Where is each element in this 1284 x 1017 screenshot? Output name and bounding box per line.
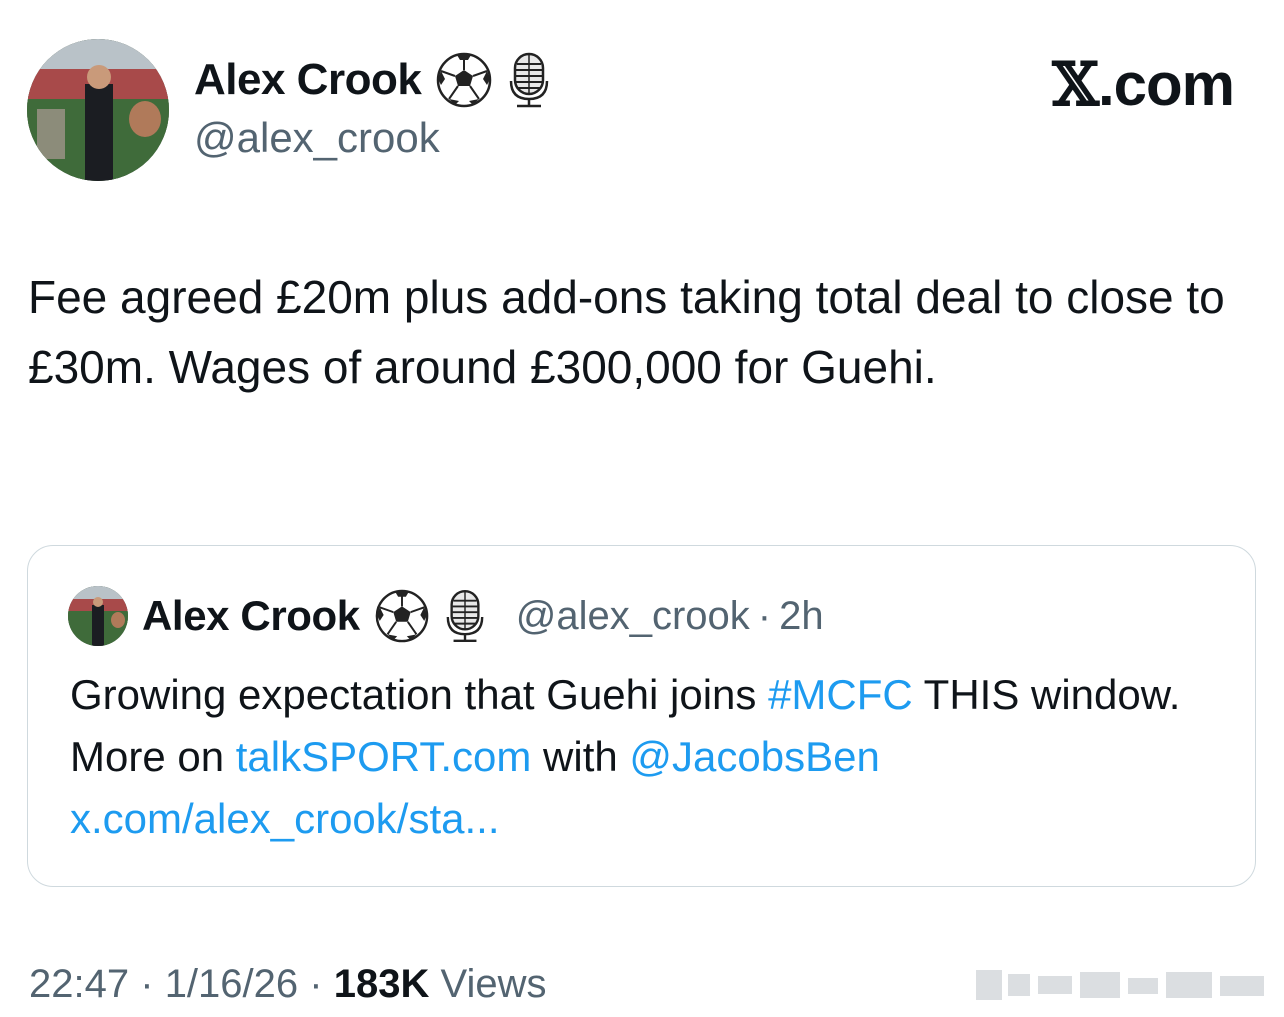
quoted-author-name: Alex Crook <box>142 592 360 639</box>
separator-dot: · <box>140 962 154 1006</box>
x-com-logo: 𝕏.com <box>1052 50 1235 120</box>
views-label: Views <box>440 962 547 1006</box>
tweet-text: Fee agreed £20m plus add-ons taking tota… <box>28 271 1225 393</box>
quoted-author-avatar <box>68 586 128 646</box>
microphone-icon <box>444 588 486 644</box>
author-display-name[interactable]: Alex Crook <box>194 55 422 105</box>
quoted-tweet-text: Growing expectation that Guehi joins #MC… <box>70 664 1230 850</box>
quoted-tweet[interactable]: Alex Crook @alex_crook · 2h Growing expe… <box>27 545 1256 887</box>
mention-link[interactable]: @JacobsBen <box>629 733 879 780</box>
x-logo-icon: 𝕏 <box>1052 50 1099 120</box>
tweet-time[interactable]: 22:47 <box>29 962 129 1006</box>
author-handle[interactable]: @alex_crook <box>194 114 440 162</box>
quoted-text-part: Growing expectation that Guehi joins <box>70 671 769 718</box>
watermark-graphic <box>970 966 1270 1010</box>
quoted-text-part: with <box>531 733 630 780</box>
tweet-screenshot: Alex Crook @alex_crook 𝕏.com Fee agreed … <box>0 0 1284 1017</box>
microphone-icon <box>507 51 551 109</box>
separator-dot: · <box>757 593 772 638</box>
soccer-ball-icon <box>435 51 493 109</box>
brand-domain: .com <box>1097 51 1235 118</box>
author-avatar[interactable] <box>27 39 169 181</box>
soccer-ball-icon <box>374 588 430 644</box>
hashtag-link[interactable]: #MCFC <box>768 671 913 718</box>
separator-dot: · <box>309 962 323 1006</box>
status-link[interactable]: x.com/alex_crook/sta... <box>70 795 500 842</box>
quoted-author-handle: @alex_crook <box>515 593 750 638</box>
tweet-date[interactable]: 1/16/26 <box>165 962 298 1006</box>
views-count: 183K <box>333 962 430 1006</box>
author-name-row: Alex Crook <box>194 52 551 108</box>
site-link[interactable]: talkSPORT.com <box>236 733 532 780</box>
tweet-meta: 22:47 · 1/16/26 · 183K Views <box>29 962 546 1007</box>
quoted-timestamp: 2h <box>779 593 824 638</box>
quoted-tweet-header: Alex Crook @alex_crook · 2h <box>68 586 824 646</box>
